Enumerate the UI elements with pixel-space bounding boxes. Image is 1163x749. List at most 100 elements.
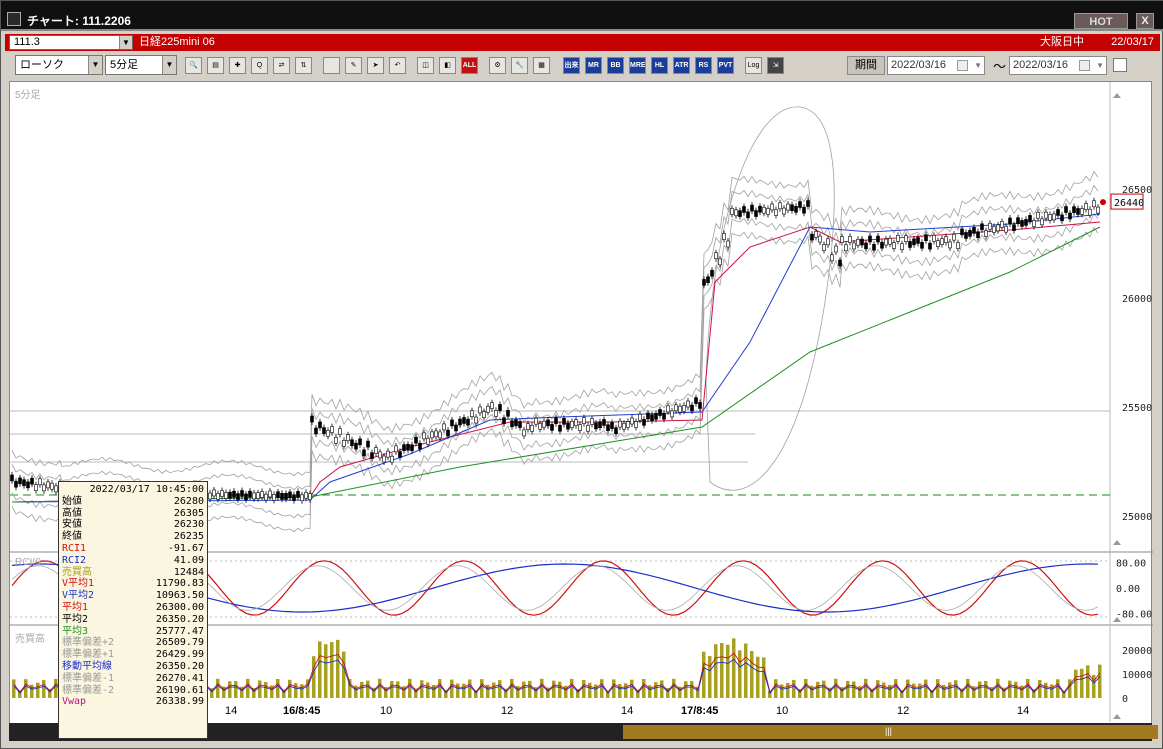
- chevron-down-icon[interactable]: ▼: [1096, 57, 1104, 74]
- period-button[interactable]: 期間: [847, 56, 885, 75]
- tooltip-row: 売買高 12484: [62, 567, 204, 579]
- search-icon[interactable]: Q: [251, 57, 268, 74]
- tooltip-key: 売買高: [62, 566, 92, 578]
- compare-icon[interactable]: ⇄: [273, 57, 290, 74]
- candle-body: [342, 440, 346, 447]
- bar-icon[interactable]: ◧: [439, 57, 456, 74]
- chart-window: チャート: 111.2206 HOT X 111.3 ▼ 日経225mini 06…: [0, 0, 1163, 749]
- pen-icon[interactable]: ✎: [345, 57, 362, 74]
- candle-body: [220, 490, 224, 497]
- interval-select[interactable]: 5分足 ▼: [105, 55, 177, 75]
- grid-icon[interactable]: ▤: [207, 57, 224, 74]
- candle-body: [778, 202, 782, 210]
- candle-body: [868, 235, 872, 243]
- indicator-6-button[interactable]: RS: [695, 57, 712, 74]
- indicator-0-button[interactable]: 出来高: [563, 57, 580, 74]
- range-icon[interactable]: ⇅: [295, 57, 312, 74]
- indicator-1-button[interactable]: MR: [585, 57, 602, 74]
- chart-type-select[interactable]: ローソク ▼: [15, 55, 103, 75]
- indicator-7-button[interactable]: PVT: [717, 57, 734, 74]
- candle-body: [276, 491, 280, 498]
- price-axis-label: 26000: [1122, 294, 1152, 305]
- volume-bar: [912, 683, 916, 698]
- candle-body: [530, 425, 534, 432]
- candle-body: [402, 444, 406, 451]
- log-button[interactable]: Log: [745, 57, 762, 74]
- candle-body: [1080, 208, 1084, 215]
- indicator-2-button[interactable]: BB: [607, 57, 624, 74]
- all-button[interactable]: ALL: [461, 57, 478, 74]
- scrollbar-thumb[interactable]: |||: [623, 725, 1158, 739]
- tooltip-row: 標準偏差+1 26429.99: [62, 649, 204, 661]
- candle-body: [694, 397, 698, 404]
- candle-body: [486, 405, 490, 413]
- volume-bar: [438, 679, 442, 698]
- indicator-3-button[interactable]: MRE: [629, 57, 646, 74]
- volume-bar: [426, 682, 430, 698]
- volume-bar: [822, 680, 826, 698]
- tooltip-row: 平均2 26350.20: [62, 614, 204, 626]
- chevron-down-icon[interactable]: ▼: [974, 57, 982, 74]
- date-to-field[interactable]: 2022/03/16 ▼: [1009, 56, 1107, 75]
- candle-icon[interactable]: ◫: [417, 57, 434, 74]
- candle-body: [834, 245, 838, 253]
- candle-body: [288, 491, 292, 499]
- candle-body: [590, 418, 594, 425]
- data-tooltip: 2022/03/17 10:45:00 始値 26280 高値 26305 安値 2623…: [58, 481, 208, 739]
- color-icon[interactable]: ▦: [533, 57, 550, 74]
- date-to-value: 2022/03/16: [1013, 59, 1069, 71]
- calendar-icon[interactable]: [1079, 60, 1090, 71]
- code-select[interactable]: 111.3 ▼: [9, 35, 133, 50]
- candle-body: [42, 484, 46, 492]
- candle-body: [674, 404, 678, 412]
- chevron-down-icon[interactable]: ▼: [119, 36, 132, 49]
- candle-body: [398, 451, 402, 458]
- candle-body: [228, 491, 232, 499]
- tooltip-row: 標準偏差-1 26270.41: [62, 673, 204, 685]
- candle-body: [1044, 211, 1048, 219]
- volume-bar: [234, 681, 238, 698]
- candle-body: [932, 235, 936, 242]
- x-axis-label: 14: [1017, 705, 1030, 717]
- undo-icon[interactable]: ↶: [389, 57, 406, 74]
- blank-icon[interactable]: [323, 57, 340, 74]
- candle-body: [318, 421, 322, 429]
- volume-bar: [1044, 682, 1048, 698]
- candle-body: [538, 423, 542, 430]
- crosshair-icon[interactable]: ✚: [229, 57, 246, 74]
- settings-icon[interactable]: ⚙: [489, 57, 506, 74]
- toolbar: ローソク ▼ 5分足 ▼ 期間 2022/03/16 ▼ 〜 2022/03/16 ▼ …: [5, 53, 1160, 77]
- indicator-5-button[interactable]: ATR: [673, 57, 690, 74]
- tooltip-value: 26305: [173, 507, 204, 519]
- volume-bar: [690, 681, 694, 698]
- candle-body: [646, 412, 650, 420]
- candle-body: [256, 492, 260, 500]
- pointer-icon[interactable]: ➤: [367, 57, 384, 74]
- volume-bar: [264, 682, 268, 698]
- volume-label: 売買高: [15, 634, 45, 645]
- moving-average-3-line: [11, 226, 1101, 503]
- date-from-field[interactable]: 2022/03/16 ▼: [887, 56, 985, 75]
- tooltip-row: 標準偏差-2 26190.61: [62, 685, 204, 697]
- candle-body: [980, 223, 984, 231]
- candle-body: [300, 494, 304, 502]
- chevron-down-icon[interactable]: ▼: [162, 56, 176, 74]
- candle-body: [706, 276, 710, 284]
- volume-bar: [1038, 679, 1042, 698]
- candle-body: [944, 236, 948, 243]
- calendar-icon[interactable]: [957, 60, 968, 71]
- tooltip-value: -91.67: [167, 542, 204, 554]
- wrench-icon[interactable]: 🔧: [511, 57, 528, 74]
- hot-button[interactable]: HOT: [1074, 13, 1128, 29]
- candle-body: [280, 493, 284, 500]
- chevron-down-icon[interactable]: ▼: [88, 56, 102, 74]
- option-checkbox[interactable]: [1113, 58, 1127, 72]
- close-button[interactable]: X: [1136, 13, 1154, 29]
- indicator-4-button[interactable]: HL: [651, 57, 668, 74]
- candle-body: [374, 447, 378, 454]
- zoom-icon[interactable]: 🔍: [185, 57, 202, 74]
- candle-body: [482, 411, 486, 418]
- x-axis-label: 14: [225, 705, 238, 717]
- export-icon[interactable]: ⇲: [767, 57, 784, 74]
- candle-body: [1004, 225, 1008, 233]
